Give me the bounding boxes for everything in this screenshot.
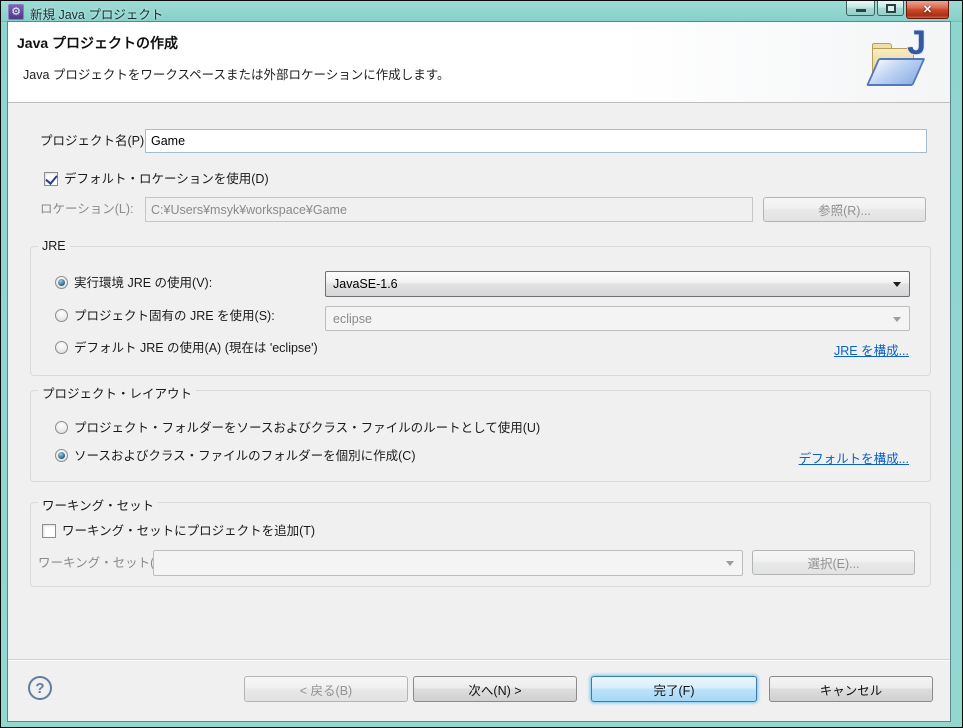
window-title: 新規 Java プロジェクト (30, 4, 163, 23)
java-letter-icon: J (907, 24, 926, 63)
use-project-folder-as-root-label[interactable]: プロジェクト・フォルダーをソースおよびクラス・ファイルのルートとして使用(U) (74, 419, 540, 437)
back-button: < 戻る(B) (244, 676, 408, 702)
working-sets-label: ワーキング・セット(O): (38, 550, 172, 576)
chevron-down-icon (893, 282, 901, 287)
dialog-body: Java プロジェクトの作成 Java プロジェクトをワークスペースまたは外部ロ… (8, 22, 950, 721)
close-icon: ✕ (923, 3, 932, 16)
select-working-sets-button: 選択(E)... (752, 550, 915, 575)
working-sets-group-label: ワーキング・セット (38, 495, 158, 514)
location-input (145, 197, 753, 222)
minimize-icon (856, 9, 866, 12)
help-icon: ? (35, 680, 44, 697)
add-to-working-sets-checkbox[interactable] (42, 524, 56, 538)
chevron-down-icon (726, 561, 734, 566)
project-specific-jre-combo: eclipse (325, 306, 910, 331)
use-project-specific-jre-label[interactable]: プロジェクト固有の JRE を使用(S): (74, 307, 275, 325)
maximize-icon (886, 4, 896, 13)
close-button[interactable]: ✕ (906, 1, 949, 19)
wizard-header: Java プロジェクトの作成 Java プロジェクトをワークスペースまたは外部ロ… (8, 22, 950, 103)
new-java-project-folder-icon: J (858, 32, 932, 96)
project-specific-jre-value: eclipse (333, 312, 372, 326)
execution-env-jre-value: JavaSE-1.6 (333, 277, 398, 291)
working-sets-combo (153, 550, 743, 576)
jre-group-label: JRE (38, 239, 70, 253)
eclipse-wizard-gear-icon: ⚙ (8, 4, 24, 20)
cancel-button[interactable]: キャンセル (769, 676, 933, 702)
use-default-jre-radio[interactable] (55, 341, 68, 354)
execution-env-jre-combo[interactable]: JavaSE-1.6 (325, 271, 910, 297)
project-name-input[interactable] (145, 129, 927, 153)
page-title: Java プロジェクトの作成 (17, 33, 178, 53)
chevron-down-icon (893, 317, 901, 322)
use-project-specific-jre-radio[interactable] (55, 309, 68, 322)
location-label: ロケーション(L): (40, 197, 134, 222)
new-java-project-dialog: ⚙ 新規 Java プロジェクト ✕ Java プロジェクトの作成 Java プ… (0, 0, 963, 728)
maximize-button[interactable] (877, 1, 904, 16)
footer-separator (8, 659, 950, 661)
use-default-location-label[interactable]: デフォルト・ロケーションを使用(D) (64, 170, 269, 188)
add-to-working-sets-label[interactable]: ワーキング・セットにプロジェクトを追加(T) (62, 522, 315, 540)
window-controls: ✕ (846, 1, 949, 19)
browse-button: 参照(R)... (763, 197, 926, 222)
project-layout-group-label: プロジェクト・レイアウト (38, 383, 196, 402)
use-execution-env-jre-label[interactable]: 実行環境 JRE の使用(V): (74, 274, 212, 292)
help-button[interactable]: ? (28, 676, 52, 700)
project-name-label: プロジェクト名(P): (40, 129, 148, 153)
use-execution-env-jre-radio[interactable] (55, 276, 68, 289)
create-separate-folders-label[interactable]: ソースおよびクラス・ファイルのフォルダーを個別に作成(C) (74, 447, 415, 465)
minimize-button[interactable] (846, 1, 875, 16)
configure-jre-link[interactable]: JRE を構成... (834, 340, 909, 359)
next-button[interactable]: 次へ(N) > (413, 676, 577, 702)
page-subtitle: Java プロジェクトをワークスペースまたは外部ロケーションに作成します。 (23, 64, 450, 83)
use-default-jre-label[interactable]: デフォルト JRE の使用(A) (現在は 'eclipse') (74, 339, 318, 357)
use-default-location-checkbox[interactable] (44, 172, 58, 186)
use-project-folder-as-root-radio[interactable] (55, 421, 68, 434)
create-separate-folders-radio[interactable] (55, 449, 68, 462)
finish-button[interactable]: 完了(F) (591, 676, 757, 702)
titlebar[interactable]: ⚙ 新規 Java プロジェクト (1, 1, 962, 22)
configure-default-link[interactable]: デフォルトを構成... (799, 448, 909, 467)
